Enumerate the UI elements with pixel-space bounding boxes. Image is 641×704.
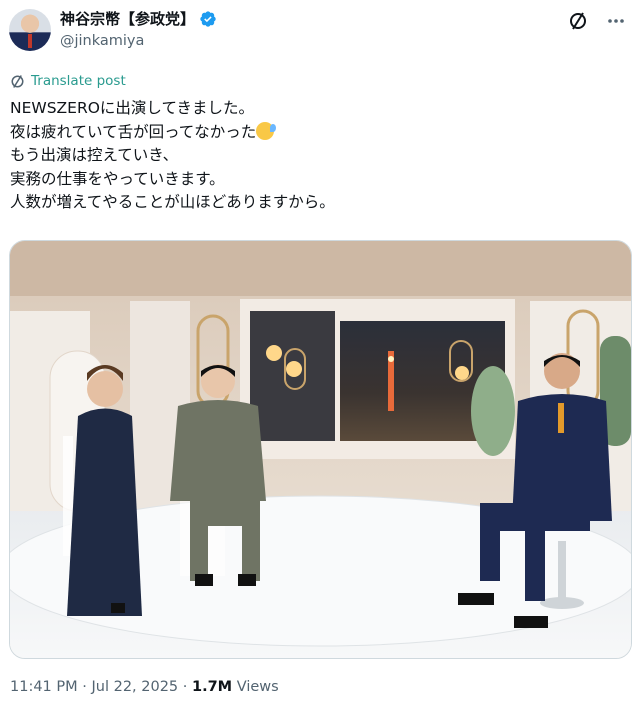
- post-time[interactable]: 11:41 PM: [10, 679, 78, 695]
- meta-separator: ·: [182, 679, 188, 695]
- more-dots-icon: [608, 19, 624, 23]
- translate-icon: [11, 74, 24, 88]
- meta-separator: ·: [82, 679, 87, 695]
- post-line: 人数が増えてやることが山ほどありますから。: [10, 193, 335, 211]
- grok-button[interactable]: [567, 10, 589, 32]
- more-button[interactable]: [605, 10, 627, 32]
- post-line: NEWSZEROに出演してきました。: [10, 99, 255, 117]
- studio-photo-illustration: [10, 241, 631, 658]
- post-text: NEWSZEROに出演してきました。 夜は疲れていて舌が回ってなかった もう出演…: [10, 97, 335, 215]
- avatar[interactable]: [9, 9, 51, 51]
- post-date[interactable]: Jul 22, 2025: [91, 679, 178, 695]
- post-line: 夜は疲れていて舌が回ってなかった: [10, 122, 257, 141]
- tired-face-emoji-icon: [256, 121, 277, 140]
- post-meta: 11:41 PM · Jul 22, 2025 · 1.7M Views: [10, 677, 279, 697]
- display-name[interactable]: 神谷宗幣【参政党】: [60, 9, 195, 29]
- views-count: 1.7M: [192, 679, 233, 695]
- translate-post-link[interactable]: Translate post: [10, 73, 126, 89]
- translate-label: Translate post: [31, 73, 126, 89]
- handle[interactable]: @jinkamiya: [60, 31, 144, 51]
- post-line: 実務の仕事をやっていきます。: [10, 169, 225, 188]
- post-photo[interactable]: [9, 240, 632, 659]
- post-line: もう出演は控えていき、: [10, 146, 179, 164]
- verified-badge-icon: [200, 11, 216, 27]
- views-label: Views: [236, 679, 279, 695]
- slash-circle-icon: [570, 12, 586, 30]
